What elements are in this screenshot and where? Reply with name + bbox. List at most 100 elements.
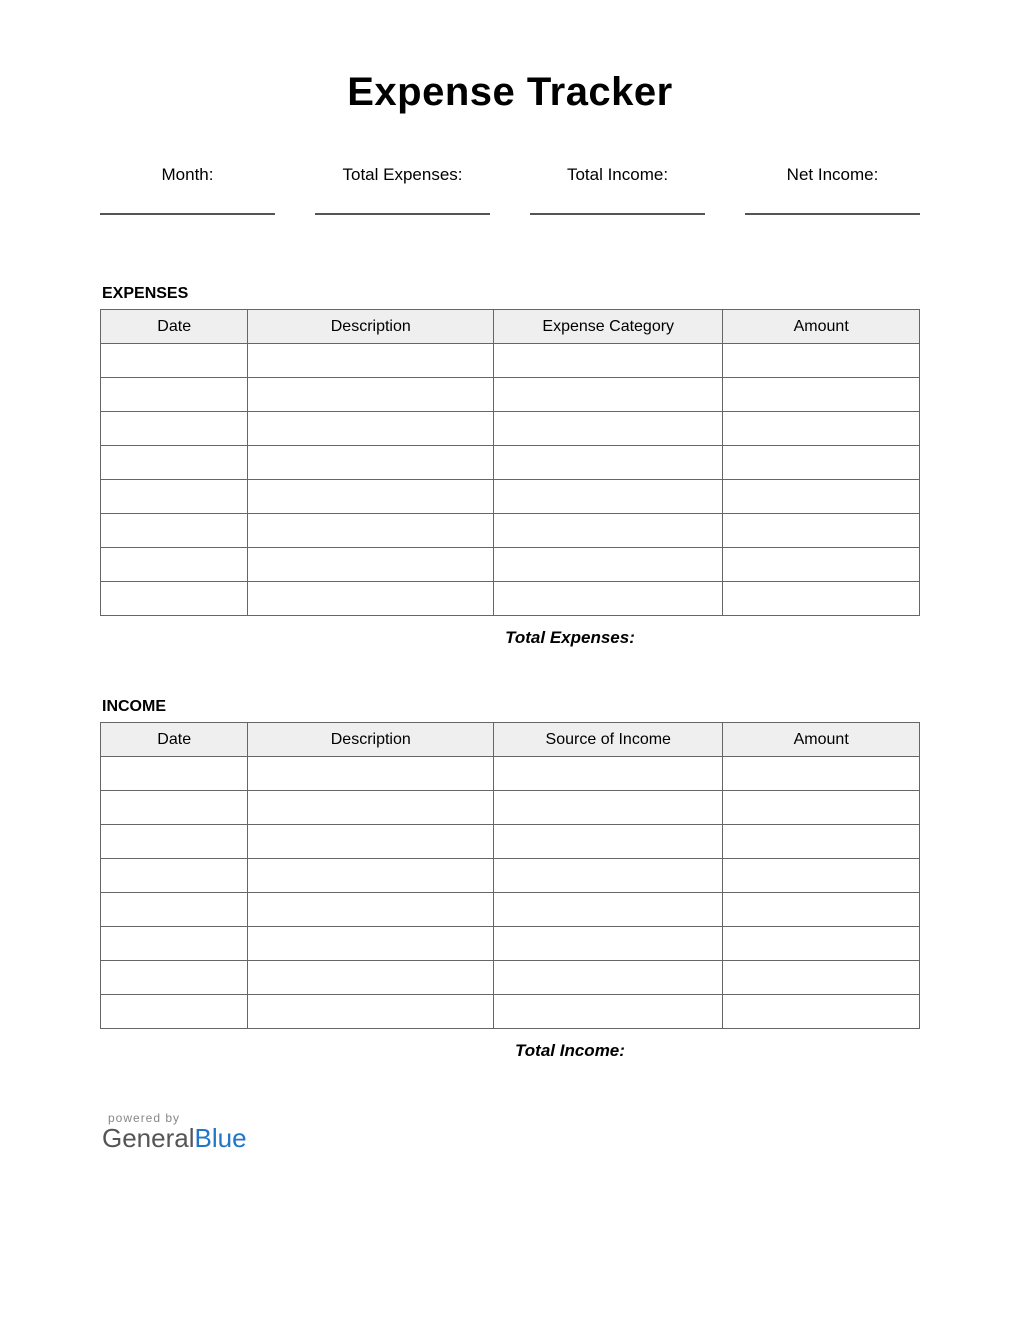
- summary-net-income-label: Net Income:: [745, 165, 920, 185]
- table-cell[interactable]: [248, 893, 494, 927]
- income-table: Date Description Source of Income Amount: [100, 722, 920, 1029]
- footer-brand-part2: Blue: [195, 1123, 247, 1153]
- table-cell[interactable]: [101, 344, 248, 378]
- table-cell[interactable]: [248, 480, 494, 514]
- table-cell[interactable]: [248, 344, 494, 378]
- table-cell[interactable]: [723, 927, 920, 961]
- table-cell[interactable]: [248, 859, 494, 893]
- table-cell[interactable]: [101, 548, 248, 582]
- table-cell[interactable]: [723, 757, 920, 791]
- table-cell[interactable]: [101, 514, 248, 548]
- income-total-label: Total Income:: [100, 1041, 920, 1061]
- table-cell[interactable]: [248, 582, 494, 616]
- table-cell[interactable]: [101, 378, 248, 412]
- table-row: [101, 791, 920, 825]
- table-row: [101, 825, 920, 859]
- summary-net-income-input[interactable]: [745, 213, 920, 215]
- table-cell[interactable]: [101, 927, 248, 961]
- table-cell[interactable]: [101, 995, 248, 1029]
- summary-total-income: Total Income:: [530, 165, 705, 215]
- table-cell[interactable]: [494, 446, 723, 480]
- table-cell[interactable]: [248, 757, 494, 791]
- table-cell[interactable]: [248, 927, 494, 961]
- summary-month-label: Month:: [100, 165, 275, 185]
- table-cell[interactable]: [101, 791, 248, 825]
- table-cell[interactable]: [101, 757, 248, 791]
- summary-total-expenses-label: Total Expenses:: [315, 165, 490, 185]
- table-cell[interactable]: [723, 412, 920, 446]
- table-cell[interactable]: [494, 927, 723, 961]
- table-cell[interactable]: [101, 893, 248, 927]
- footer-brand: GeneralBlue: [102, 1123, 920, 1154]
- expenses-body: [101, 344, 920, 616]
- footer-brand-part1: General: [102, 1123, 195, 1153]
- table-cell[interactable]: [494, 378, 723, 412]
- income-col-source: Source of Income: [494, 723, 723, 757]
- table-cell[interactable]: [494, 791, 723, 825]
- table-cell[interactable]: [494, 859, 723, 893]
- table-cell[interactable]: [248, 378, 494, 412]
- table-cell[interactable]: [494, 412, 723, 446]
- table-cell[interactable]: [494, 757, 723, 791]
- table-cell[interactable]: [723, 446, 920, 480]
- table-cell[interactable]: [248, 791, 494, 825]
- summary-row: Month: Total Expenses: Total Income: Net…: [100, 165, 920, 215]
- income-col-date: Date: [101, 723, 248, 757]
- table-cell[interactable]: [494, 344, 723, 378]
- income-heading: INCOME: [102, 698, 920, 716]
- table-row: [101, 927, 920, 961]
- table-cell[interactable]: [723, 344, 920, 378]
- table-row: [101, 859, 920, 893]
- table-cell[interactable]: [494, 514, 723, 548]
- summary-month-input[interactable]: [100, 213, 275, 215]
- expenses-table: Date Description Expense Category Amount: [100, 309, 920, 616]
- table-cell[interactable]: [248, 548, 494, 582]
- table-cell[interactable]: [101, 412, 248, 446]
- table-row: [101, 480, 920, 514]
- table-cell[interactable]: [723, 582, 920, 616]
- page-title: Expense Tracker: [100, 70, 920, 115]
- table-cell[interactable]: [101, 480, 248, 514]
- table-cell[interactable]: [248, 514, 494, 548]
- table-cell[interactable]: [494, 582, 723, 616]
- table-cell[interactable]: [248, 825, 494, 859]
- table-row: [101, 446, 920, 480]
- table-cell[interactable]: [494, 548, 723, 582]
- table-cell[interactable]: [723, 825, 920, 859]
- expenses-col-amount: Amount: [723, 310, 920, 344]
- table-cell[interactable]: [101, 825, 248, 859]
- table-row: [101, 582, 920, 616]
- table-cell[interactable]: [723, 791, 920, 825]
- summary-net-income: Net Income:: [745, 165, 920, 215]
- table-cell[interactable]: [101, 582, 248, 616]
- table-cell[interactable]: [494, 961, 723, 995]
- table-cell[interactable]: [248, 995, 494, 1029]
- table-cell[interactable]: [723, 995, 920, 1029]
- table-cell[interactable]: [101, 961, 248, 995]
- table-cell[interactable]: [723, 378, 920, 412]
- income-col-description: Description: [248, 723, 494, 757]
- table-cell[interactable]: [723, 961, 920, 995]
- table-cell[interactable]: [723, 514, 920, 548]
- table-row: [101, 412, 920, 446]
- summary-total-expenses-input[interactable]: [315, 213, 490, 215]
- table-cell[interactable]: [101, 446, 248, 480]
- table-cell[interactable]: [494, 480, 723, 514]
- table-cell[interactable]: [723, 893, 920, 927]
- table-cell[interactable]: [723, 859, 920, 893]
- table-cell[interactable]: [494, 995, 723, 1029]
- table-cell[interactable]: [248, 412, 494, 446]
- table-cell[interactable]: [723, 548, 920, 582]
- table-cell[interactable]: [723, 480, 920, 514]
- summary-total-income-input[interactable]: [530, 213, 705, 215]
- table-cell[interactable]: [494, 893, 723, 927]
- table-cell[interactable]: [248, 961, 494, 995]
- table-cell[interactable]: [101, 859, 248, 893]
- table-row: [101, 514, 920, 548]
- table-cell[interactable]: [248, 446, 494, 480]
- table-row: [101, 344, 920, 378]
- expenses-col-category: Expense Category: [494, 310, 723, 344]
- table-row: [101, 995, 920, 1029]
- table-cell[interactable]: [494, 825, 723, 859]
- table-row: [101, 548, 920, 582]
